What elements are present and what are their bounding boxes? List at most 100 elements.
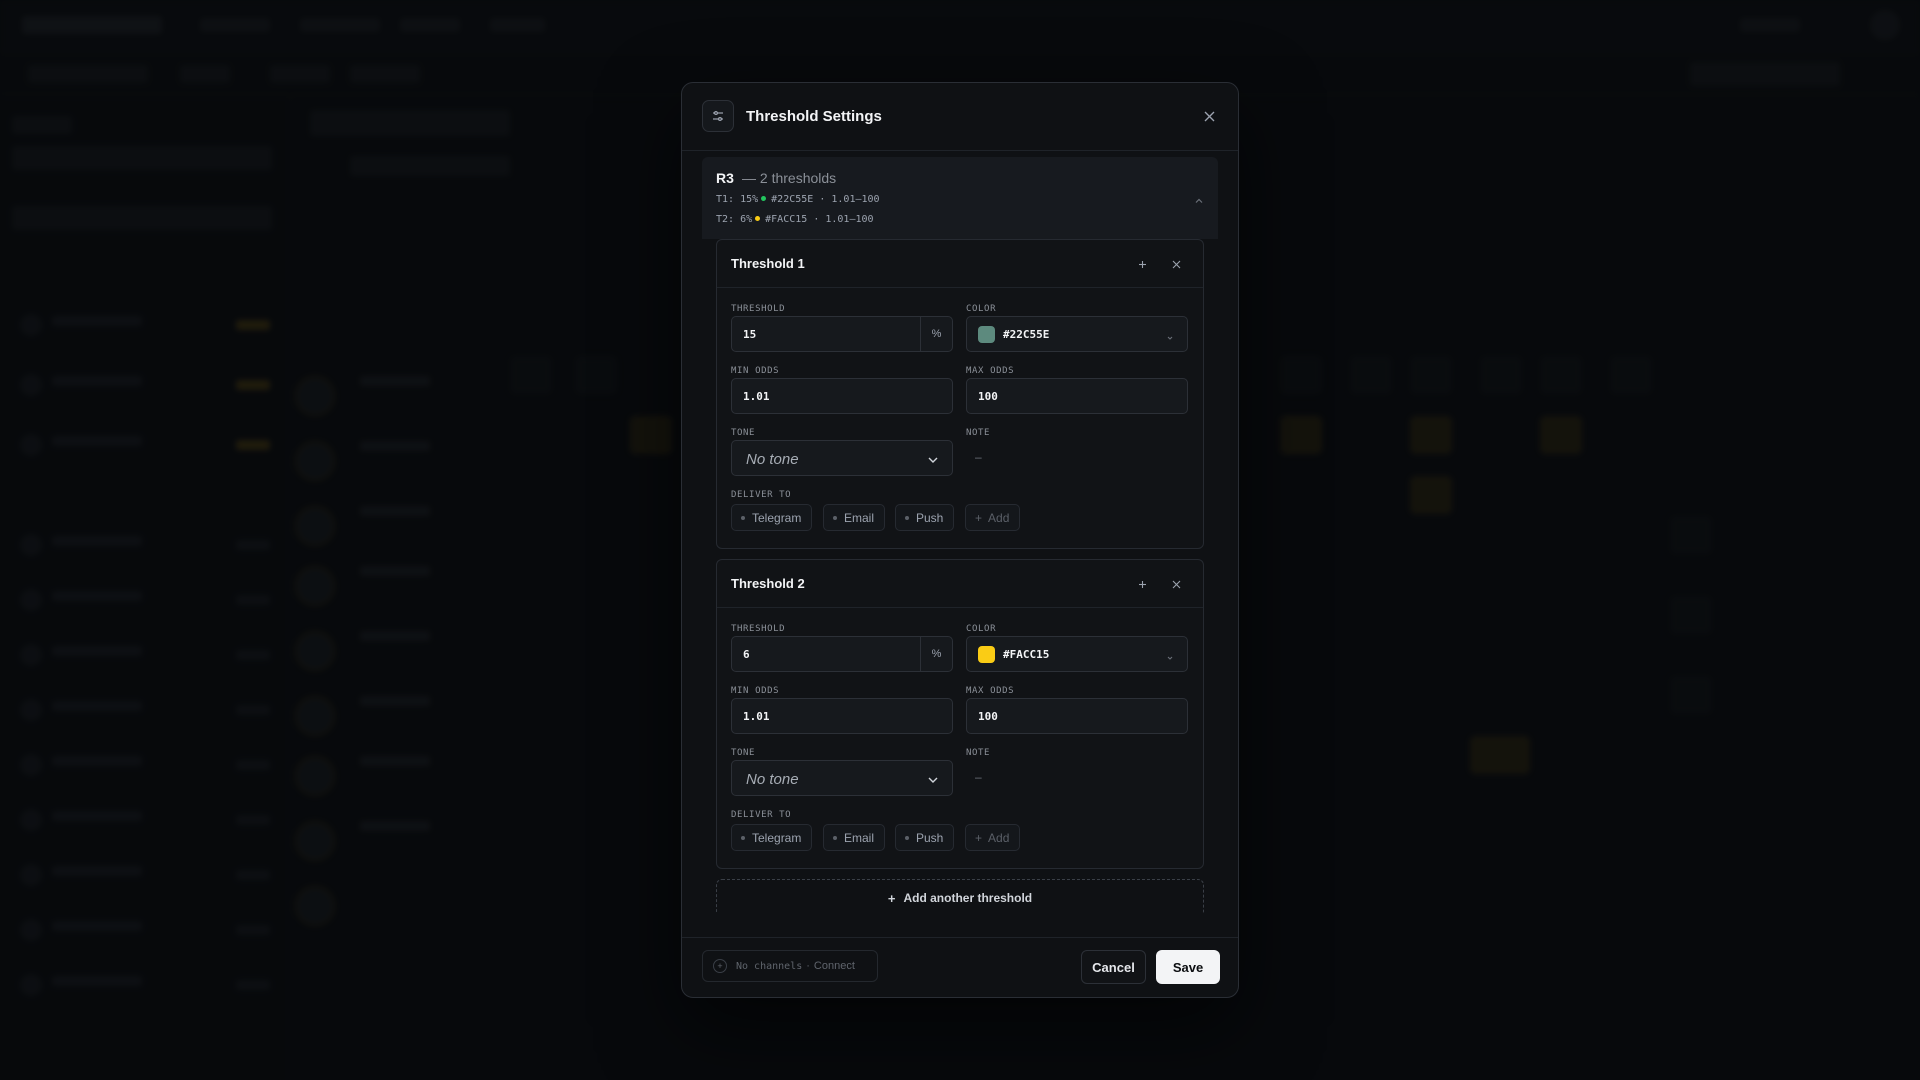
chevron-up-icon[interactable] xyxy=(1194,193,1204,203)
summary-prefix: T1: xyxy=(716,194,735,205)
add-another-threshold-button[interactable]: + Add another threshold xyxy=(716,879,1204,913)
threshold-card-header: Threshold 2 xyxy=(717,560,1203,608)
tone-select[interactable]: No tone xyxy=(731,760,953,796)
threshold-input[interactable]: 15 % xyxy=(731,316,953,352)
color-label: COLOR xyxy=(966,304,997,314)
remove-threshold-close-icon[interactable] xyxy=(1169,257,1183,271)
summary-range: · 1.01–100 xyxy=(813,214,874,225)
threshold-value: 15 xyxy=(743,328,757,341)
threshold-card-header: Threshold 1 xyxy=(717,240,1203,288)
max-odds-input[interactable]: 100 xyxy=(966,698,1188,734)
min-odds-input[interactable]: 1.01 xyxy=(731,698,953,734)
plus-icon: + xyxy=(975,510,983,525)
chevron-down-icon xyxy=(1165,330,1175,340)
remove-threshold-close-icon[interactable] xyxy=(1169,577,1183,591)
tone-label: TONE xyxy=(731,748,756,758)
threshold-label: THRESHOLD xyxy=(731,304,786,314)
plus-icon: + xyxy=(887,890,896,906)
note-value[interactable]: – xyxy=(975,770,982,784)
connect-link[interactable]: Connect xyxy=(814,960,855,972)
sliders-icon xyxy=(702,100,734,132)
summary-color: #FACC15 xyxy=(765,214,808,225)
color-swatch xyxy=(978,646,995,663)
channels-status: No channels xyxy=(736,960,803,972)
threshold-card: Threshold 2 THRESHOLD COLOR 6 % #FACC15 … xyxy=(716,559,1204,869)
threshold-title: Threshold 1 xyxy=(731,256,805,271)
threshold-title: Threshold 2 xyxy=(731,576,805,591)
channel-chip-email[interactable]: Email xyxy=(823,824,886,851)
chevron-down-icon xyxy=(1165,650,1175,660)
chip-label: Add xyxy=(988,510,1010,525)
percent-suffix: % xyxy=(920,637,952,671)
channels-status-chip[interactable]: + No channels · Connect xyxy=(702,950,878,982)
note-label: NOTE xyxy=(966,428,991,438)
rule-summary-line: T1: 15% #22C55E · 1.01–100 xyxy=(716,194,880,205)
tone-value: No tone xyxy=(746,451,799,468)
color-label: COLOR xyxy=(966,624,997,634)
chip-label: Telegram xyxy=(752,510,802,525)
deliver-to-label: DELIVER TO xyxy=(731,490,792,500)
chip-label: Email xyxy=(844,510,875,525)
rule-summary-line: T2: 6% #FACC15 · 1.01–100 xyxy=(716,214,874,225)
threshold-settings-modal: Threshold Settings R3 — 2 thresholds T1:… xyxy=(681,82,1239,998)
threshold-value: 6 xyxy=(743,648,750,661)
channel-chip-telegram[interactable]: Telegram xyxy=(731,824,813,851)
modal-footer: + No channels · Connect Cancel Save xyxy=(682,937,1238,997)
add-channel-button[interactable]: + Add xyxy=(965,824,1021,851)
color-swatch xyxy=(978,326,995,343)
chip-label: Add xyxy=(988,830,1010,845)
chip-label: Email xyxy=(844,830,875,845)
rule-threshold-count: — 2 thresholds xyxy=(742,170,837,186)
modal-body: R3 — 2 thresholds T1: 15% #22C55E · 1.01–… xyxy=(702,157,1218,913)
tone-select[interactable]: No tone xyxy=(731,440,953,476)
color-hex-value: #22C55E xyxy=(1003,328,1050,341)
modal-header: Threshold Settings xyxy=(682,83,1238,151)
threshold-input[interactable]: 6 % xyxy=(731,636,953,672)
color-select[interactable]: #FACC15 xyxy=(966,636,1188,672)
summary-range: · 1.01–100 xyxy=(819,194,880,205)
color-select[interactable]: #22C55E xyxy=(966,316,1188,352)
summary-prefix: T2: xyxy=(716,214,735,225)
summary-pct: 15% xyxy=(740,194,759,205)
modal-title: Threshold Settings xyxy=(746,108,882,125)
max-odds-label: MAX ODDS xyxy=(966,366,1015,376)
channel-chip-push[interactable]: Push xyxy=(895,824,955,851)
min-odds-input[interactable]: 1.01 xyxy=(731,378,953,414)
channel-chip-push[interactable]: Push xyxy=(895,504,955,531)
max-odds-input[interactable]: 100 xyxy=(966,378,1188,414)
note-label: NOTE xyxy=(966,748,991,758)
close-icon[interactable] xyxy=(1200,107,1218,125)
cancel-button[interactable]: Cancel xyxy=(1081,950,1146,984)
chip-label: Push xyxy=(916,510,944,525)
plus-circle-icon: + xyxy=(713,959,727,973)
rule-name: R3 xyxy=(716,170,734,186)
plus-icon: + xyxy=(975,830,983,845)
channel-chip-telegram[interactable]: Telegram xyxy=(731,504,813,531)
chip-label: Push xyxy=(916,830,944,845)
chevron-down-icon xyxy=(926,453,940,467)
color-dot-icon xyxy=(761,196,767,201)
threshold-label: THRESHOLD xyxy=(731,624,786,634)
separator: · xyxy=(806,960,810,972)
max-odds-value: 100 xyxy=(978,710,998,723)
tone-value: No tone xyxy=(746,771,799,788)
save-button[interactable]: Save xyxy=(1156,950,1220,984)
chevron-down-icon xyxy=(926,773,940,787)
add-channel-button[interactable]: + Add xyxy=(965,504,1021,531)
color-dot-icon xyxy=(755,216,761,221)
min-odds-label: MIN ODDS xyxy=(731,366,780,376)
duplicate-plus-icon[interactable] xyxy=(1135,257,1149,271)
summary-pct: 6% xyxy=(740,214,753,225)
duplicate-plus-icon[interactable] xyxy=(1135,577,1149,591)
channel-chip-email[interactable]: Email xyxy=(823,504,886,531)
min-odds-value: 1.01 xyxy=(743,710,770,723)
note-value[interactable]: – xyxy=(975,450,982,464)
min-odds-value: 1.01 xyxy=(743,390,770,403)
deliver-to-label: DELIVER TO xyxy=(731,810,792,820)
max-odds-label: MAX ODDS xyxy=(966,686,1015,696)
threshold-card: Threshold 1 THRESHOLD COLOR 15 % #22C55E… xyxy=(716,239,1204,549)
rule-summary-header[interactable]: R3 — 2 thresholds T1: 15% #22C55E · 1.01–… xyxy=(702,157,1218,239)
percent-suffix: % xyxy=(920,317,952,351)
min-odds-label: MIN ODDS xyxy=(731,686,780,696)
add-threshold-label: Add another threshold xyxy=(903,891,1033,905)
